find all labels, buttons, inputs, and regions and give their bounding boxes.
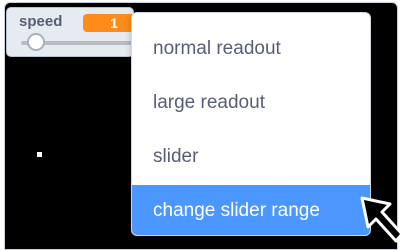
- monitor-slider-thumb[interactable]: [27, 33, 45, 51]
- variable-monitor[interactable]: speed 1: [6, 7, 145, 57]
- arrow-cursor-icon: [360, 196, 404, 243]
- stage-area: speed 1 normal readout large readout sli…: [0, 0, 410, 250]
- monitor-variable-name: speed: [19, 13, 63, 30]
- menu-item-change-slider-range[interactable]: change slider range: [132, 185, 370, 235]
- menu-item-large-readout[interactable]: large readout: [132, 79, 370, 127]
- monitor-context-menu: normal readout large readout slider chan…: [131, 12, 371, 236]
- menu-item-slider[interactable]: slider: [132, 133, 370, 181]
- sprite-dot[interactable]: [37, 152, 42, 157]
- menu-item-normal-readout[interactable]: normal readout: [132, 25, 370, 73]
